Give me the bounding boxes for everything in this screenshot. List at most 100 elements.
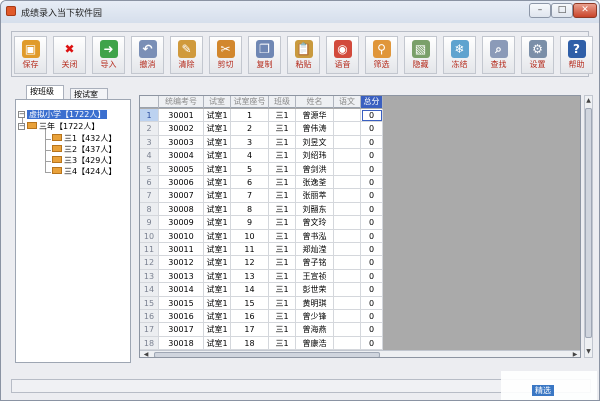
table-cell[interactable]: 曾剑洪 [296, 162, 334, 176]
scroll-right-icon[interactable]: ▶ [570, 351, 580, 357]
column-header[interactable]: 语文 [334, 96, 361, 108]
table-cell[interactable]: 30015 [159, 296, 204, 310]
table-cell[interactable]: 0 [361, 202, 383, 217]
table-cell[interactable]: 试室1 [204, 216, 231, 230]
table-row[interactable]: 18 30018 试室1 18 三1 曾康浩 0 [140, 336, 383, 351]
table-cell[interactable]: 三1 [269, 310, 296, 324]
table-cell[interactable]: 三1 [269, 269, 296, 284]
table-row[interactable]: 11 30011 试室1 11 三1 郑灿滢 0 [140, 243, 383, 257]
toolbar-button-find[interactable]: ⌕ 查找 [482, 36, 515, 74]
toolbar-button-close[interactable]: ✖ 关闭 [53, 36, 86, 74]
toolbar-button-undo[interactable]: ↶ 撤消 [131, 36, 164, 74]
table-cell[interactable]: 0 [361, 243, 383, 257]
table-row[interactable]: 8 30008 试室1 8 三1 刘翮东 0 [140, 202, 383, 217]
table-cell[interactable]: 30014 [159, 283, 204, 297]
table-row[interactable]: 6 30006 试室1 6 三1 张逸荃 0 [140, 176, 383, 190]
table-cell[interactable]: 0 [361, 336, 383, 351]
table-cell[interactable]: 11 [231, 243, 269, 257]
scroll-left-icon[interactable]: ◀ [141, 351, 151, 357]
table-cell[interactable]: 试室1 [204, 323, 231, 337]
table-cell[interactable]: 6 [231, 176, 269, 190]
table-cell[interactable]: 曾文玲 [296, 216, 334, 230]
table-row[interactable]: 9 30009 试室1 9 三1 曾文玲 0 [140, 216, 383, 230]
table-cell[interactable]: 12 [231, 256, 269, 270]
column-header[interactable]: 姓名 [296, 96, 334, 108]
table-cell[interactable] [334, 256, 361, 270]
table-cell[interactable]: 黄明琪 [296, 296, 334, 310]
table-cell[interactable]: 郑灿滢 [296, 243, 334, 257]
table-cell[interactable]: 试室1 [204, 310, 231, 324]
table-cell[interactable] [334, 202, 361, 217]
table-cell[interactable]: 0 [361, 283, 383, 297]
table-row[interactable]: 16 30016 试室1 16 三1 曾少锋 0 [140, 310, 383, 324]
table-cell[interactable]: 曾子铭 [296, 256, 334, 270]
table-cell[interactable]: 8 [231, 202, 269, 217]
table-cell[interactable]: 30017 [159, 323, 204, 337]
table-cell[interactable]: 30004 [159, 149, 204, 163]
table-cell[interactable]: 三1 [269, 149, 296, 163]
table-cell[interactable]: 曾源华 [296, 109, 334, 123]
tree-node-school[interactable]: − 虚拟小学【1722人】 [18, 110, 108, 120]
table-cell[interactable]: 30012 [159, 256, 204, 270]
table-cell[interactable] [334, 122, 361, 136]
toolbar-button-hide[interactable]: ▧ 隐藏 [404, 36, 437, 74]
table-cell[interactable] [334, 269, 361, 284]
table-cell[interactable] [334, 336, 361, 351]
table-cell[interactable] [334, 229, 361, 243]
table-cell[interactable]: 曾伟涛 [296, 122, 334, 136]
table-cell[interactable]: 试室1 [204, 189, 231, 203]
table-cell[interactable] [334, 310, 361, 324]
table-row[interactable]: 3 30003 试室1 3 三1 刘昱文 0 [140, 135, 383, 150]
table-cell[interactable]: 试室1 [204, 243, 231, 257]
table-cell[interactable] [334, 176, 361, 190]
table-cell[interactable]: 0 [361, 176, 383, 190]
horizontal-scrollbar[interactable]: ◀ ▶ [140, 350, 580, 357]
table-cell[interactable]: 试室1 [204, 162, 231, 176]
table-cell[interactable]: 王宣祯 [296, 269, 334, 284]
table-cell[interactable]: 14 [231, 283, 269, 297]
collapse-icon[interactable]: − [18, 111, 25, 118]
table-cell[interactable]: 曾书泓 [296, 229, 334, 243]
table-cell[interactable]: 7 [231, 189, 269, 203]
table-cell[interactable]: 9 [231, 216, 269, 230]
table-cell[interactable] [334, 283, 361, 297]
title-bar[interactable]: 成绩录入当下软件园 – □ ✕ [1, 1, 599, 23]
table-cell[interactable]: 30006 [159, 176, 204, 190]
table-cell[interactable]: 试室1 [204, 176, 231, 190]
tree-node-class[interactable]: 三3【429人】 [52, 156, 116, 166]
table-cell[interactable]: 三1 [269, 229, 296, 243]
table-cell[interactable]: 刘昱文 [296, 135, 334, 150]
table-cell[interactable]: 0 [361, 109, 383, 123]
toolbar-button-import[interactable]: ➜ 导入 [92, 36, 125, 74]
toolbar-button-cut[interactable]: ✂ 剪切 [209, 36, 242, 74]
table-cell[interactable]: 刘绍玮 [296, 149, 334, 163]
table-cell[interactable]: 0 [361, 296, 383, 310]
table-cell[interactable]: 0 [361, 256, 383, 270]
table-cell[interactable]: 试室1 [204, 269, 231, 284]
column-header[interactable]: 总分 [361, 96, 383, 108]
table-cell[interactable]: 0 [361, 229, 383, 243]
collapse-icon[interactable]: − [18, 123, 25, 130]
table-cell[interactable]: 0 [361, 323, 383, 337]
table-cell[interactable]: 试室1 [204, 229, 231, 243]
table-cell[interactable]: 30018 [159, 336, 204, 351]
table-cell[interactable]: 三1 [269, 336, 296, 351]
toolbar-button-clear[interactable]: ✎ 清除 [170, 36, 203, 74]
table-cell[interactable]: 30002 [159, 122, 204, 136]
table-cell[interactable]: 试室1 [204, 256, 231, 270]
tree-node-grade[interactable]: − 三年【1722人】 [18, 122, 99, 132]
table-cell[interactable]: 张丽萃 [296, 189, 334, 203]
table-cell[interactable]: 3 [231, 135, 269, 150]
table-cell[interactable]: 16 [231, 310, 269, 324]
table-row[interactable]: 15 30015 试室1 15 三1 黄明琪 0 [140, 296, 383, 311]
column-header[interactable]: 试室 [204, 96, 231, 108]
table-cell[interactable] [334, 189, 361, 203]
table-cell[interactable]: 曾少锋 [296, 310, 334, 324]
maximize-button[interactable]: □ [551, 3, 573, 18]
table-cell[interactable]: 30005 [159, 162, 204, 176]
column-header[interactable]: 统编考号 [159, 96, 204, 108]
table-cell[interactable]: 彭世荣 [296, 283, 334, 297]
table-row[interactable]: 5 30005 试室1 5 三1 曾剑洪 0 [140, 162, 383, 177]
table-cell[interactable]: 试室1 [204, 296, 231, 310]
table-cell[interactable]: 0 [361, 162, 383, 176]
